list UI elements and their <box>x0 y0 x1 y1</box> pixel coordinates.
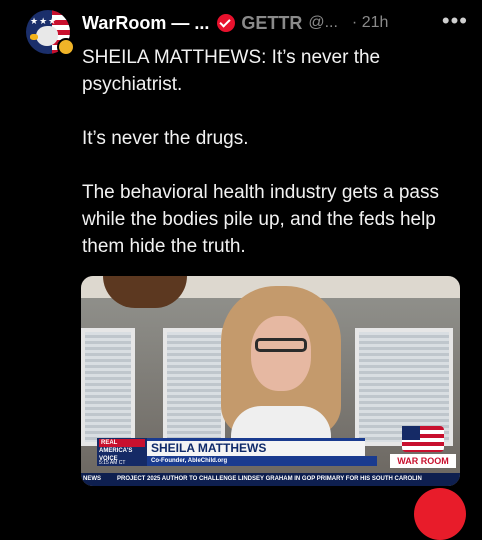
guest-face <box>251 316 311 391</box>
platform-name: GETTR <box>241 12 303 33</box>
guest-speaker <box>221 286 341 456</box>
guest-title: Co-Founder, AbleChild.org <box>151 458 228 464</box>
post-body: SHEILA MATTHEWS: It’s never the psychiat… <box>82 44 462 287</box>
ticker-text: PROJECT 2025 AUTHOR TO CHALLENGE LINDSEY… <box>117 476 422 482</box>
post-header: WarRoom — ... GETTR @... · 21h <box>82 12 482 34</box>
warroom-logo: WAR ROOM <box>390 426 456 470</box>
broadcast-time: 5:15 AM CT <box>97 460 147 466</box>
guest-name: SHEILA MATTHEWS <box>151 441 267 455</box>
floating-action-button[interactable] <box>414 488 466 540</box>
author-name[interactable]: WarRoom — ... <box>82 13 209 34</box>
guest-glasses <box>255 338 307 352</box>
guest-title-bar: Co-Founder, AbleChild.org <box>147 456 377 466</box>
separator-dot: · <box>351 14 358 31</box>
eagle-icon <box>36 26 58 46</box>
window-blinds <box>163 328 225 446</box>
post-paragraph: The behavioral health industry gets a pa… <box>82 182 439 257</box>
author-handle[interactable]: @... <box>308 14 338 32</box>
window-blinds <box>81 328 135 446</box>
post-paragraph: SHEILA MATTHEWS: It’s never the psychiat… <box>82 47 381 95</box>
news-ticker: NEWS PROJECT 2025 AUTHOR TO CHALLENGE LI… <box>81 473 460 486</box>
gold-badge-icon <box>57 38 75 56</box>
more-dots-icon[interactable]: ••• <box>442 10 468 32</box>
eagle-beak <box>30 34 38 40</box>
post-time[interactable]: 21h <box>362 14 389 31</box>
logo-text: WAR ROOM <box>390 454 456 468</box>
lower-third: REAL AMERICA'S VOICE SHEILA MATTHEWS Co-… <box>97 438 415 474</box>
logo-flag-icon <box>402 426 444 452</box>
video-thumbnail[interactable]: REAL AMERICA'S VOICE SHEILA MATTHEWS Co-… <box>81 276 460 486</box>
guest-name-bar: SHEILA MATTHEWS <box>147 438 365 456</box>
post-paragraph: It’s never the drugs. <box>82 128 249 149</box>
gettr-check-icon <box>217 14 236 32</box>
ticker-label: NEWS <box>83 476 101 482</box>
